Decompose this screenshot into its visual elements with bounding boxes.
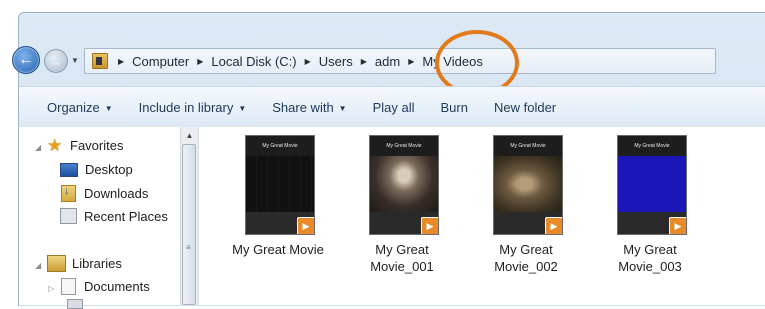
organize-button[interactable]: Organize ▼ <box>47 100 113 115</box>
forward-button[interactable]: → <box>44 49 68 73</box>
thumbnail-title: My Great Movie <box>246 136 314 156</box>
back-button[interactable]: ← <box>12 46 40 74</box>
breadcrumb-separator-icon[interactable]: ▶ <box>118 57 124 66</box>
breadcrumb-separator-icon[interactable]: ▶ <box>305 57 311 66</box>
libraries-icon <box>47 255 66 272</box>
back-arrow-icon: ← <box>18 51 34 68</box>
play-icon: ▶ <box>297 217 314 234</box>
file-name: My Great Movie_002 <box>494 242 558 274</box>
music-icon <box>67 299 83 309</box>
video-thumbnail: My Great Movie ▶ <box>245 135 315 235</box>
recent-places-icon <box>60 208 77 224</box>
video-thumbnail: My Great Movie ▶ <box>369 135 439 235</box>
new-folder-button[interactable]: New folder <box>494 100 556 115</box>
file-name: My Great Movie_001 <box>370 242 434 274</box>
nav-downloads-label: Downloads <box>84 186 149 201</box>
thumbnail-title: My Great Movie <box>370 136 438 156</box>
burn-button[interactable]: Burn <box>441 100 468 115</box>
nav-pane-scrollbar[interactable]: ▲ ≡ <box>180 127 198 305</box>
share-with-label: Share with <box>272 99 334 115</box>
forward-arrow-icon: → <box>49 53 63 69</box>
collapse-favorites-icon[interactable]: ◢ <box>35 143 41 152</box>
thumbnail-scene <box>370 156 438 212</box>
nav-recent-places-label: Recent Places <box>84 208 168 224</box>
nav-libraries[interactable]: Libraries <box>47 255 122 272</box>
desktop-icon <box>60 162 78 177</box>
nav-desktop[interactable]: Desktop <box>60 162 133 177</box>
nav-music-partial[interactable] <box>67 299 83 309</box>
video-thumbnail: My Great Movie ▶ <box>617 135 687 235</box>
breadcrumb-users[interactable]: Users <box>318 54 354 69</box>
scroll-up-icon[interactable]: ▲ <box>181 127 198 143</box>
command-bar: Organize ▼ Include in library ▼ Share with… <box>19 86 765 128</box>
breadcrumb: ▶ Computer ▶ Local Disk (C:) ▶ Users ▶ a… <box>111 49 484 73</box>
collapse-libraries-icon[interactable]: ◢ <box>35 261 41 270</box>
thumbnail-scene <box>494 156 562 212</box>
nav-documents-label: Documents <box>84 279 150 294</box>
play-icon: ▶ <box>545 217 562 234</box>
nav-downloads[interactable]: Downloads <box>61 185 148 202</box>
organize-label: Organize <box>47 99 100 115</box>
include-in-library-label: Include in library <box>138 99 234 115</box>
scrollbar-thumb[interactable]: ≡ <box>182 144 196 305</box>
share-with-button[interactable]: Share with ▼ <box>272 100 346 115</box>
nav-favorites-label: Favorites <box>70 138 124 153</box>
nav-favorites[interactable]: ★ Favorites <box>47 137 123 154</box>
include-in-library-button[interactable]: Include in library ▼ <box>139 100 247 115</box>
thumbnail-title: My Great Movie <box>494 136 562 156</box>
chevron-down-icon: ▼ <box>338 103 347 113</box>
breadcrumb-adm[interactable]: adm <box>374 54 401 69</box>
file-name: My Great Movie_003 <box>618 242 682 274</box>
thumbnail-scene <box>246 156 314 212</box>
breadcrumb-separator-icon[interactable]: ▶ <box>197 57 203 66</box>
documents-icon <box>61 278 76 295</box>
video-folder-icon <box>92 53 108 69</box>
breadcrumb-separator-icon[interactable]: ▶ <box>361 57 367 66</box>
grip-icon: ≡ <box>186 243 191 252</box>
nav-libraries-label: Libraries <box>72 256 122 271</box>
play-all-button[interactable]: Play all <box>373 100 415 115</box>
nav-desktop-label: Desktop <box>85 162 133 177</box>
expand-documents-icon[interactable]: ▷ <box>48 284 54 293</box>
recent-pages-dropdown-icon[interactable]: ▼ <box>71 56 79 65</box>
address-bar[interactable]: ▶ Computer ▶ Local Disk (C:) ▶ Users ▶ a… <box>84 48 716 74</box>
play-icon: ▶ <box>669 217 686 234</box>
navigation-pane: ◢ ★ Favorites Desktop Downloads Recent P… <box>19 127 180 309</box>
file-list: My Great Movie ▶ My Great Movie My Great… <box>198 127 765 305</box>
video-thumbnail: My Great Movie ▶ <box>493 135 563 235</box>
chevron-down-icon: ▼ <box>238 103 247 113</box>
downloads-icon <box>61 185 76 202</box>
thumbnail-title: My Great Movie <box>618 136 686 156</box>
nav-documents[interactable]: Documents <box>61 278 150 295</box>
play-icon: ▶ <box>421 217 438 234</box>
thumbnail-scene <box>618 156 686 212</box>
breadcrumb-separator-icon[interactable]: ▶ <box>408 57 414 66</box>
breadcrumb-computer[interactable]: Computer <box>131 54 190 69</box>
chevron-down-icon: ▼ <box>104 103 113 113</box>
file-name: My Great Movie <box>232 242 324 257</box>
breadcrumb-local-disk[interactable]: Local Disk (C:) <box>210 54 297 69</box>
nav-recent-places[interactable]: Recent Places <box>60 208 168 224</box>
star-icon: ★ <box>47 136 63 155</box>
